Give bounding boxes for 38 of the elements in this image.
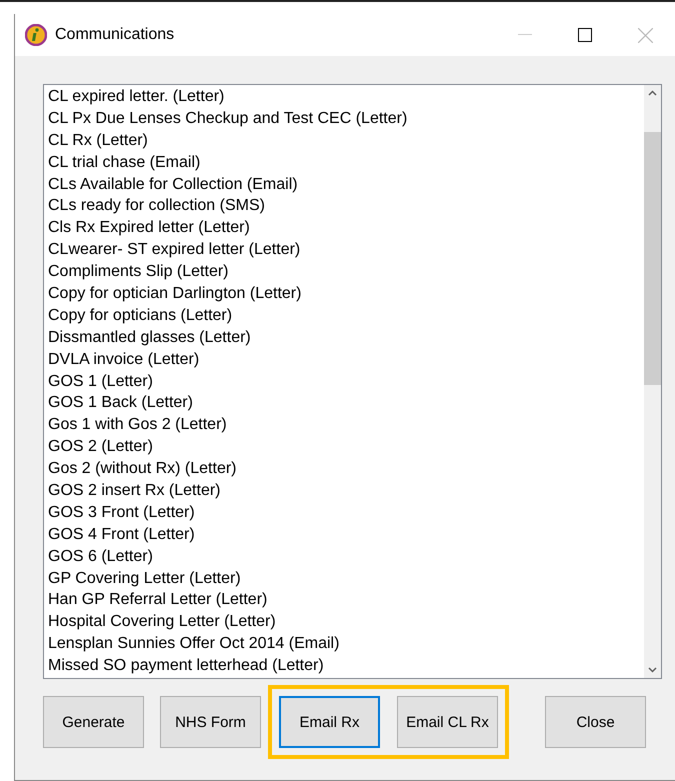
info-icon (25, 24, 47, 46)
list-item[interactable]: Hospital Covering Letter (Letter) (48, 611, 644, 634)
window-title: Communications (55, 26, 176, 44)
list-item[interactable]: GOS 4 Front (Letter) (48, 524, 644, 546)
list-item[interactable]: CLs ready for collection (SMS) (48, 195, 644, 218)
dialog-button[interactable]: Close (545, 696, 646, 748)
list-item[interactable]: Copy for opticians (Letter) (48, 304, 644, 327)
list-item[interactable]: Han GP Referral Letter (Letter) (48, 589, 644, 612)
scroll-thumb[interactable] (644, 132, 661, 385)
list-item[interactable]: Copy for optician Darlington (Letter) (48, 283, 644, 305)
list-item[interactable]: Missed SO payment letterhead (Letter) (48, 655, 644, 678)
list-item[interactable]: Gos 2 (without Rx) (Letter) (48, 458, 644, 480)
scrollbar[interactable] (644, 85, 661, 678)
list-item[interactable]: GOS 2 (Letter) (48, 436, 644, 458)
list-item[interactable]: CL expired letter. (Letter) (48, 86, 644, 108)
dialog-button[interactable]: Email Rx (279, 696, 380, 748)
list-item[interactable]: CLs Available for Collection (Email) (48, 174, 644, 196)
list-item[interactable]: GOS 1 Back (Letter) (48, 392, 644, 414)
list-item[interactable]: Dissmantled glasses (Letter) (48, 326, 644, 349)
list-item[interactable]: GOS 6 (Letter) (48, 546, 644, 568)
list-item[interactable]: Compliments Slip (Letter) (48, 261, 644, 284)
dialog-button[interactable]: NHS Form (160, 696, 261, 748)
list-item[interactable]: GOS 2 insert Rx (Letter) (48, 480, 644, 502)
template-list[interactable] (43, 84, 662, 679)
list-item[interactable]: Cls Rx Expired letter (Letter) (48, 217, 644, 240)
list-item[interactable]: GOS 1 (Letter) (48, 370, 644, 392)
list-item[interactable]: DVLA invoice (Letter) (48, 348, 644, 371)
maximize-icon[interactable] (578, 28, 592, 42)
list-item[interactable]: GOS 3 Front (Letter) (48, 502, 644, 524)
dialog-button[interactable]: Generate (43, 696, 144, 748)
list-item[interactable]: GP Covering Letter (Letter) (48, 568, 644, 590)
list-item[interactable]: CL Rx (Letter) (48, 130, 644, 152)
list-item[interactable]: CLwearer- ST expired letter (Letter) (48, 239, 644, 262)
list-item[interactable]: Gos 1 with Gos 2 (Letter) (48, 414, 644, 436)
list-item[interactable]: Lensplan Sunnies Offer Oct 2014 (Email) (48, 633, 644, 656)
list-item[interactable]: CL trial chase (Email) (48, 152, 644, 174)
list-item[interactable]: CL Px Due Lenses Checkup and Test CEC (Letter) (48, 108, 644, 130)
dialog-button[interactable]: Email CL Rx (397, 696, 498, 748)
